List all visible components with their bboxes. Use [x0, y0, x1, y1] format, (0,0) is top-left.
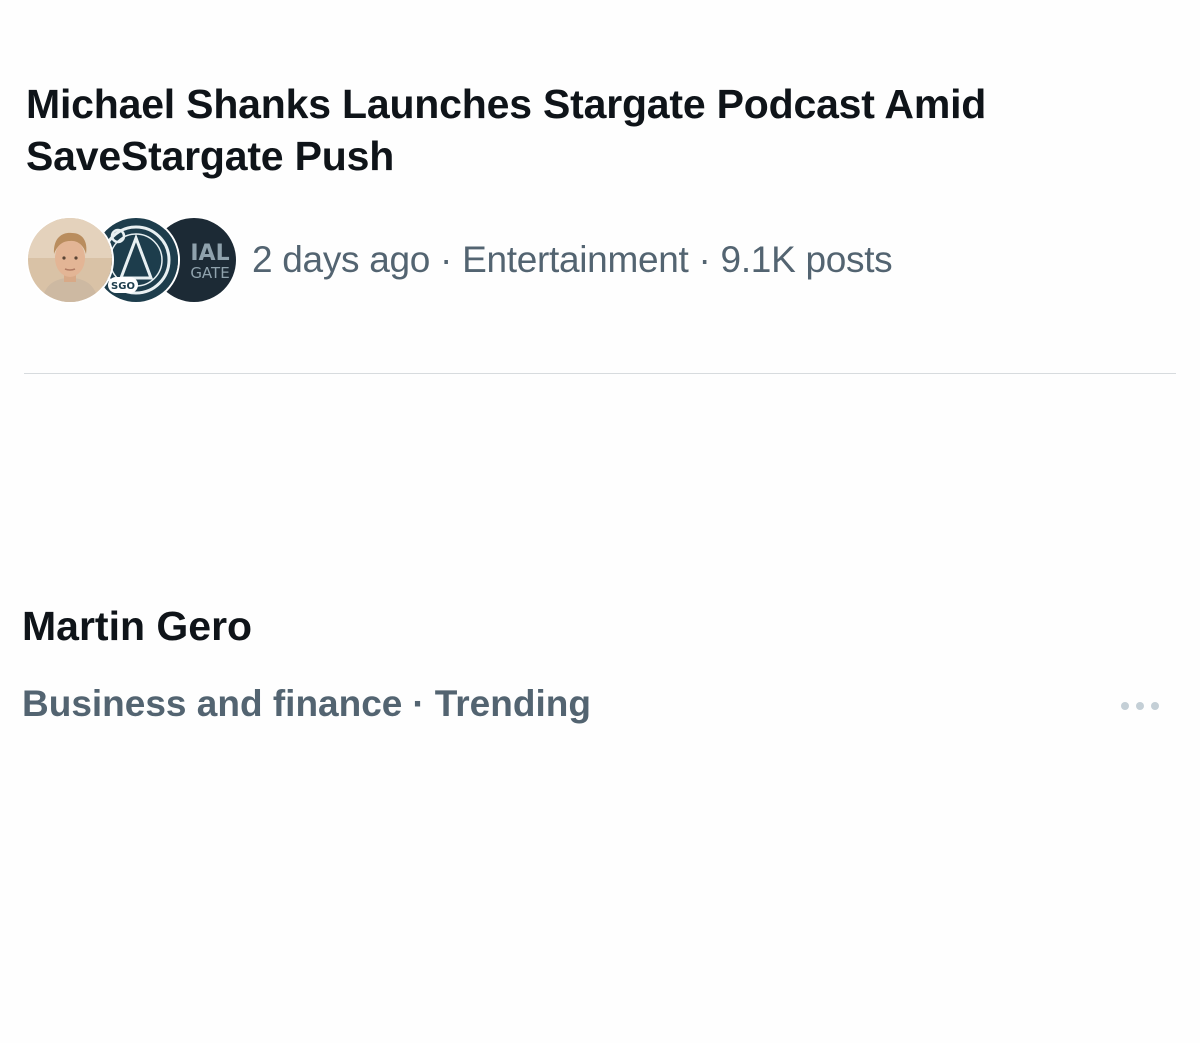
meta-separator: ·: [698, 239, 711, 280]
stargate-logo-text: GATE: [190, 264, 229, 282]
trend-meta: Business and finance · Trending: [22, 680, 591, 728]
story-meta-text: 2 days ago · Entertainment · 9.1K posts: [252, 239, 893, 281]
trend-status: Trending: [434, 683, 591, 724]
story-time: 2 days ago: [252, 239, 431, 280]
trend-category: Business and finance: [22, 683, 403, 724]
story-post-count: 9.1K posts: [720, 239, 893, 280]
stargate-logo-text: IAL: [190, 241, 229, 266]
section-divider: [24, 373, 1176, 374]
more-horizontal-icon: [1121, 702, 1159, 710]
avatar-group[interactable]: SGO IAL GATE: [26, 216, 238, 304]
person-photo-icon: [28, 218, 112, 302]
more-options-button[interactable]: [1110, 690, 1170, 722]
story-category[interactable]: Entertainment: [462, 239, 689, 280]
trend-name[interactable]: Martin Gero: [22, 600, 252, 652]
meta-separator: ·: [440, 239, 453, 280]
sgo-logo-text: SGO: [111, 281, 135, 292]
story-title[interactable]: Michael Shanks Launches Stargate Podcast…: [26, 78, 1146, 182]
meta-separator: ·: [412, 683, 425, 724]
story-meta: SGO IAL GATE 2 days ago · Entertainment · 9.…: [26, 216, 893, 304]
avatar: [26, 216, 114, 304]
